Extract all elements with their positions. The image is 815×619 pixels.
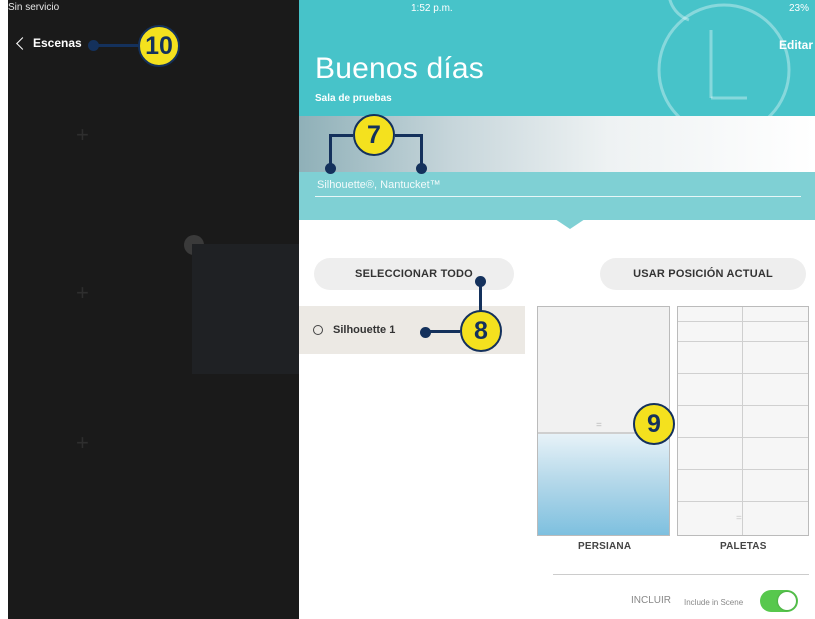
vane-line	[678, 469, 808, 470]
callout-9: 9	[633, 403, 675, 445]
scenes-panel: Sin servicio Escenas + + +	[8, 0, 299, 619]
vane-line	[678, 501, 808, 502]
callout-line	[395, 134, 422, 137]
drag-handle-icon[interactable]: =	[596, 420, 602, 431]
product-list: Silhouette®, Nantucket™	[317, 179, 441, 191]
include-sublabel: Include in Scene	[684, 598, 744, 607]
callout-line	[479, 280, 482, 312]
scene-header: 1:52 p.m. 23% Editar Buenos días Sala de…	[299, 0, 815, 220]
callout-10: 10	[138, 25, 180, 67]
divider	[315, 196, 801, 197]
vane-line	[678, 437, 808, 438]
background-panel	[192, 244, 299, 374]
vane-line	[678, 341, 808, 342]
add-icon: +	[76, 122, 89, 147]
vane-line	[678, 405, 808, 406]
room-name: Sala de pruebas	[315, 93, 392, 104]
callout-line	[96, 44, 138, 47]
clock-time: 1:52 p.m.	[411, 3, 453, 14]
radio-icon[interactable]	[313, 325, 323, 335]
use-current-position-button[interactable]: USAR POSICIÓN ACTUAL	[600, 258, 806, 290]
vane-line	[678, 321, 808, 322]
edit-button[interactable]: Editar	[779, 38, 813, 52]
include-label: INCLUIR	[631, 595, 672, 606]
callout-8: 8	[460, 310, 502, 352]
toggle-knob	[778, 592, 796, 610]
callout-line	[426, 330, 460, 333]
alarm-clock-icon	[657, 0, 791, 116]
add-icon: +	[76, 280, 89, 305]
back-button[interactable]: Escenas	[16, 36, 82, 50]
callout-line	[329, 134, 353, 137]
include-toggle[interactable]	[760, 590, 798, 612]
paletas-label: PALETAS	[720, 541, 767, 552]
shade-name: Silhouette 1	[333, 324, 396, 336]
callout-pointer-dot	[325, 163, 336, 174]
divider	[553, 574, 809, 575]
paletas-shade-option[interactable]: =	[677, 306, 809, 536]
callout-7: 7	[353, 114, 395, 156]
header-notch	[555, 219, 585, 229]
callout-pointer-dot	[416, 163, 427, 174]
add-icon: +	[76, 430, 89, 455]
chevron-left-icon	[16, 36, 29, 50]
sky-image	[538, 434, 669, 535]
back-label: Escenas	[33, 36, 82, 50]
battery-status: 23%	[788, 3, 809, 14]
vane-line	[678, 373, 808, 374]
scene-title: Buenos días	[315, 52, 484, 85]
drag-handle-icon[interactable]: =	[736, 513, 742, 524]
status-text: Sin servicio	[8, 2, 60, 13]
persiana-label: PERSIANA	[578, 541, 632, 552]
